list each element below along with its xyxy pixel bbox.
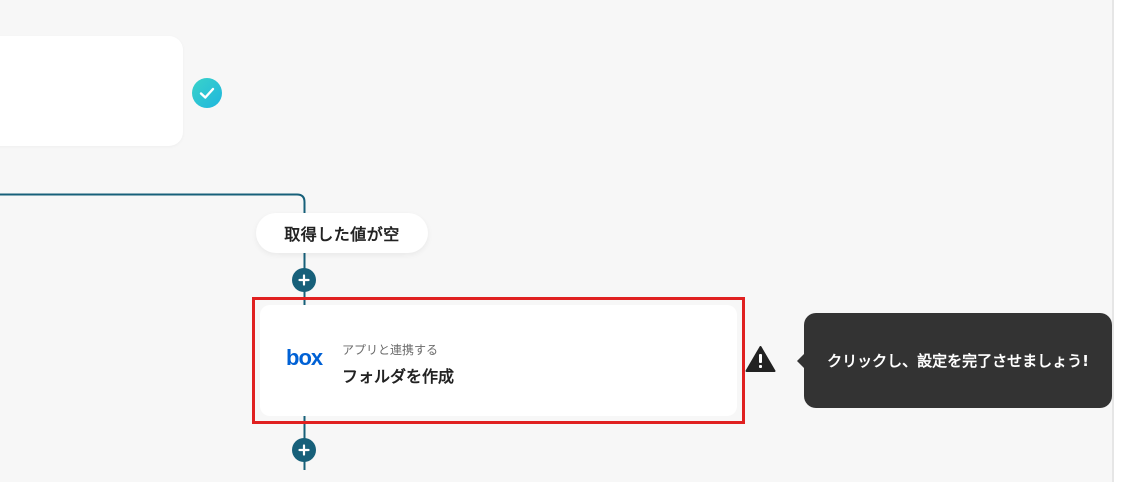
flow-canvas: 取得した値が空 box アプリと連携する フォルダを作成 クリックし、設定を完了… — [0, 0, 1112, 482]
operation-subtitle: アプリと連携する — [342, 343, 439, 357]
plus-icon — [298, 444, 310, 456]
operation-title: フォルダを作成 — [342, 367, 455, 386]
tooltip-text: クリックし、設定を完了させましょう! — [827, 352, 1089, 370]
add-step-button-bottom[interactable] — [292, 438, 316, 462]
operation-card[interactable]: box アプリと連携する フォルダを作成 — [260, 305, 737, 416]
right-panel-edge — [1114, 0, 1135, 482]
add-step-button[interactable] — [292, 268, 316, 292]
warning-icon — [745, 346, 776, 372]
box-logo-text: box — [286, 346, 324, 370]
plus-icon — [298, 274, 310, 286]
branch-condition-pill[interactable]: 取得した値が空 — [256, 213, 428, 253]
box-logo-icon: box — [286, 346, 325, 370]
setup-tooltip: クリックし、設定を完了させましょう! — [804, 313, 1112, 408]
branch-condition-label: 取得した値が空 — [284, 225, 400, 244]
